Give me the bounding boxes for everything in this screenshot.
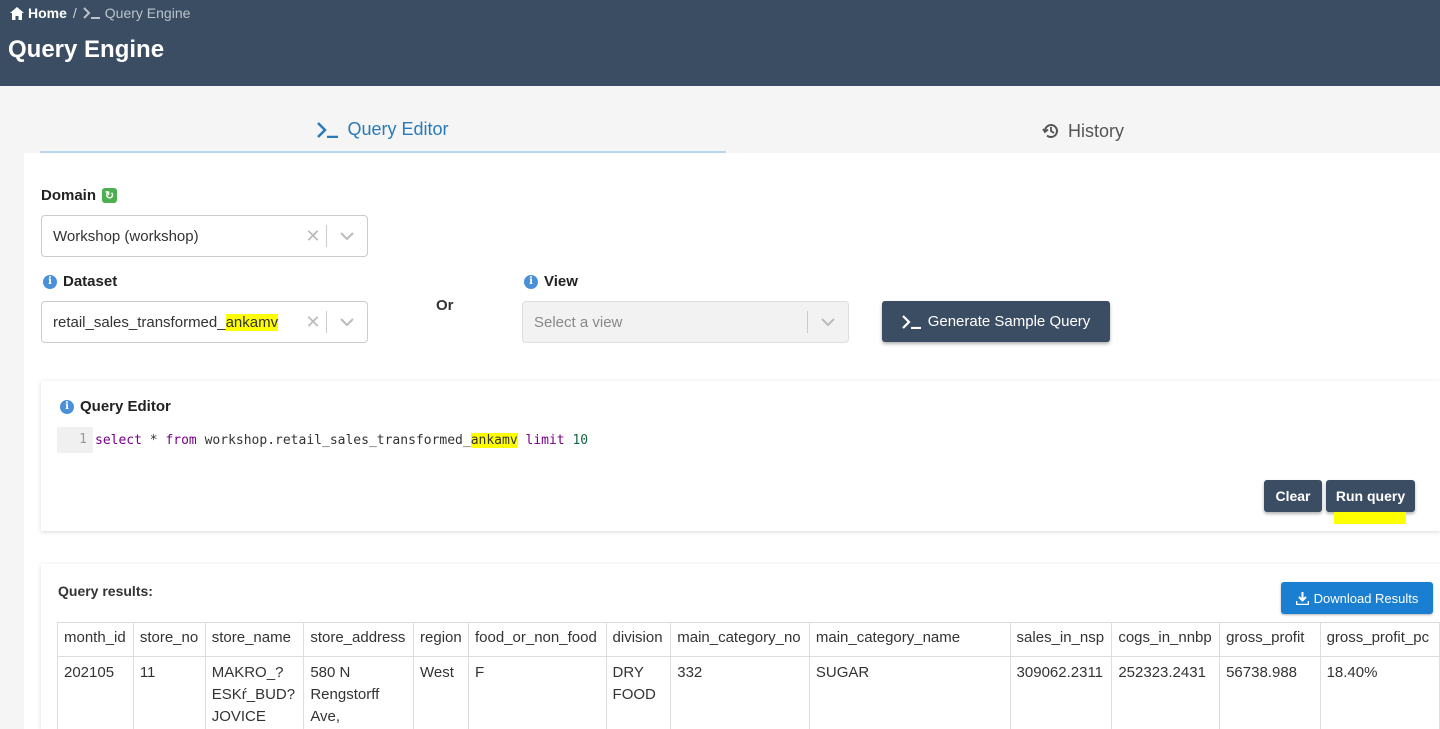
column-header[interactable]: gross_profit	[1219, 622, 1321, 657]
terminal-icon	[83, 7, 100, 19]
breadcrumb-current-label: Query Engine	[104, 5, 191, 21]
table-cell: 202105	[57, 656, 134, 729]
query-editor-label-text: Query Editor	[80, 398, 171, 415]
tab-query-editor[interactable]: Query Editor	[40, 108, 726, 154]
table-cell: DRY FOOD	[605, 656, 672, 729]
page-header: Home / Query Engine Query Engine	[0, 0, 1440, 86]
column-header[interactable]: store_name	[204, 622, 305, 657]
table-cell: 580 N Rengstorff Ave,	[303, 656, 415, 729]
generate-button-label: Generate Sample Query	[927, 313, 1091, 330]
table-cell: F	[468, 656, 607, 729]
column-header[interactable]: store_address	[303, 622, 415, 657]
domain-select[interactable]: Workshop (workshop) ✕	[41, 215, 368, 257]
tab-query-editor-label: Query Editor	[347, 119, 449, 139]
tab-bar: Query Editor History	[40, 108, 1440, 154]
table-cell: 11	[132, 656, 206, 729]
chevron-down-icon[interactable]	[808, 318, 848, 326]
info-icon: i	[43, 274, 57, 289]
domain-label: Domain ↻	[41, 187, 118, 204]
table-header-row: month_id store_no store_name store_addre…	[57, 622, 1440, 657]
dataset-value-prefix: retail_sales_transformed_	[53, 313, 226, 331]
table-cell: 332	[670, 656, 810, 729]
column-header[interactable]: main_category_name	[808, 622, 1011, 657]
column-header[interactable]: cogs_in_nnbp	[1111, 622, 1221, 657]
info-icon: i	[60, 399, 74, 414]
domain-label-text: Domain	[41, 187, 97, 204]
refresh-icon[interactable]: ↻	[102, 188, 118, 203]
view-label-text: View	[544, 273, 578, 290]
clear-icon[interactable]: ✕	[300, 312, 326, 333]
column-header[interactable]: store_no	[132, 622, 206, 657]
download-icon	[1295, 591, 1309, 605]
chevron-down-icon[interactable]	[327, 232, 367, 240]
code-keyword-limit: limit	[517, 432, 573, 448]
breadcrumb: Home / Query Engine	[10, 5, 190, 21]
home-icon	[10, 6, 24, 20]
run-query-button[interactable]: Run query	[1326, 480, 1415, 512]
table-cell: SUGAR	[808, 656, 1011, 729]
query-editor-card: i Query Editor 1 select * from workshop.…	[41, 381, 1440, 531]
info-icon: i	[524, 274, 538, 289]
history-icon	[1042, 124, 1058, 139]
code-table-highlight: ankamv	[470, 432, 518, 448]
table-cell: West	[413, 656, 469, 729]
column-header[interactable]: food_or_non_food	[468, 622, 607, 657]
domain-select-value: Workshop (workshop)	[53, 227, 199, 245]
breadcrumb-home[interactable]: Home	[10, 5, 67, 21]
table-row: 202105 11 MAKRO_? ESKŕ_BUD? JOVICE 580 N…	[57, 656, 1440, 729]
table-cell: 56738.988	[1219, 656, 1321, 729]
line-number: 1	[57, 427, 93, 453]
clear-button[interactable]: Clear	[1264, 480, 1322, 512]
column-header[interactable]: gross_profit_pc	[1319, 622, 1440, 657]
dataset-select[interactable]: retail_sales_transformed_ankamv ✕	[41, 301, 368, 343]
results-table: month_id store_no store_name store_addre…	[57, 622, 1440, 729]
query-results-card: Query results: Download Results month_id…	[41, 564, 1440, 729]
terminal-icon	[901, 314, 921, 329]
column-header[interactable]: region	[413, 622, 469, 657]
code-keyword-from: from	[165, 432, 197, 448]
code-text[interactable]: select * from workshop.retail_sales_tran…	[93, 432, 589, 448]
view-label: i View	[524, 273, 578, 290]
breadcrumb-current: Query Engine	[83, 5, 191, 21]
terminal-icon	[317, 121, 339, 138]
tab-history-label: History	[1067, 120, 1124, 141]
view-select-placeholder: Select a view	[534, 313, 623, 331]
code-star: *	[141, 432, 166, 448]
dataset-value-highlight: ankamv	[225, 313, 279, 331]
table-cell: MAKRO_? ESKŕ_BUD? JOVICE	[204, 656, 305, 729]
dataset-label: i Dataset	[43, 273, 117, 290]
clear-icon[interactable]: ✕	[300, 226, 326, 247]
table-cell: 309062.2311	[1009, 656, 1113, 729]
code-keyword-select: select	[95, 432, 142, 448]
table-cell: 18.40%	[1319, 656, 1440, 729]
page-title: Query Engine	[8, 36, 165, 63]
code-limit-value: 10	[572, 432, 589, 448]
generate-sample-query-button[interactable]: Generate Sample Query	[882, 301, 1110, 342]
code-table-prefix: workshop.retail_sales_transformed_	[196, 432, 471, 448]
table-cell: 252323.2431	[1111, 656, 1221, 729]
query-editor-label: i Query Editor	[60, 398, 171, 415]
download-button-label: Download Results	[1313, 590, 1419, 606]
view-select[interactable]: Select a view	[522, 301, 849, 343]
results-title: Query results:	[58, 583, 153, 599]
or-label: Or	[436, 297, 454, 314]
download-results-button[interactable]: Download Results	[1281, 582, 1433, 614]
highlight-mark	[1334, 512, 1406, 524]
dataset-select-value: retail_sales_transformed_ankamv	[42, 313, 300, 331]
code-editor[interactable]: 1 select * from workshop.retail_sales_tr…	[57, 427, 588, 453]
tab-history[interactable]: History	[726, 108, 1440, 154]
column-header[interactable]: month_id	[57, 622, 134, 657]
breadcrumb-home-label: Home	[28, 5, 67, 21]
breadcrumb-separator: /	[72, 5, 77, 21]
chevron-down-icon[interactable]	[327, 318, 367, 326]
dataset-label-text: Dataset	[63, 273, 118, 290]
column-header[interactable]: main_category_no	[670, 622, 810, 657]
column-header[interactable]: division	[605, 622, 672, 657]
column-header[interactable]: sales_in_nsp	[1009, 622, 1113, 657]
